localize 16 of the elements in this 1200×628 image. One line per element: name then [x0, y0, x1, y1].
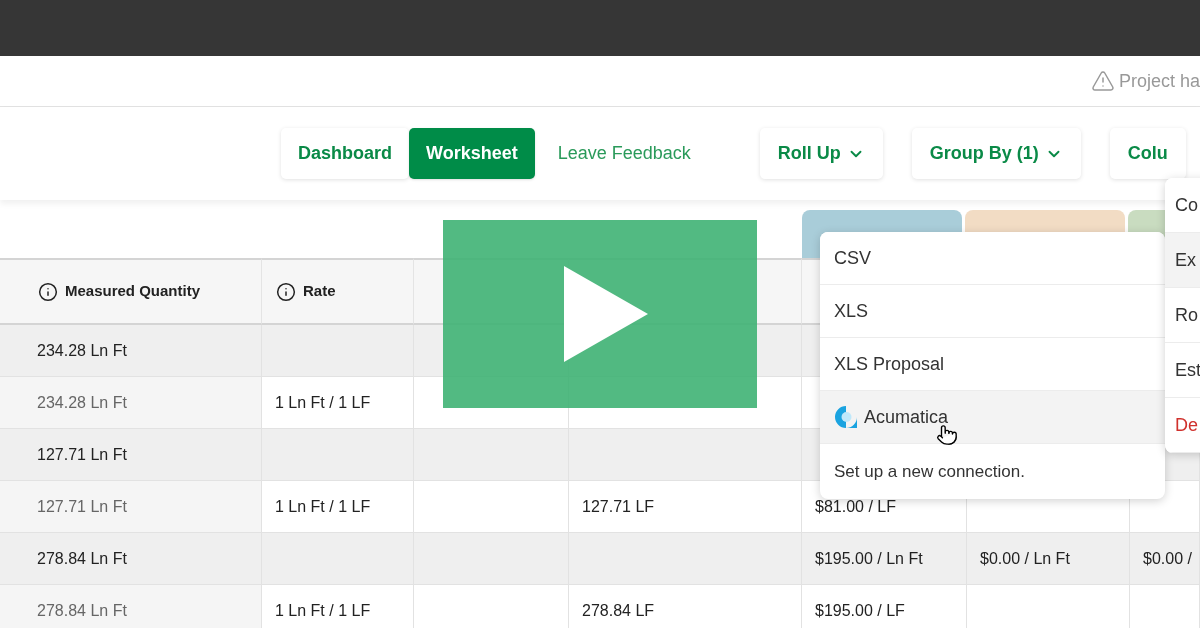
table-cell: 278.84 Ln Ft — [24, 585, 262, 628]
project-notice: Project ha — [1118, 69, 1200, 93]
table-cell: 1 Ln Ft / 1 LF — [262, 481, 414, 533]
column-header: Rate — [303, 281, 336, 302]
column-header: Measured Quantity — [65, 281, 201, 302]
table-cell: $0.00 / — [1130, 533, 1200, 585]
table-cell: 234.28 Ln Ft — [24, 325, 262, 377]
table-cell: 127.71 Ln Ft — [24, 429, 262, 481]
table-cell: $195.00 / Ln Ft — [802, 533, 967, 585]
table-cell: 127.71 Ln Ft — [24, 481, 262, 533]
table-cell: $0.00 / Ln Ft — [967, 533, 1130, 585]
table-cell: 278.84 Ln Ft — [24, 533, 262, 585]
menu-hint: Set up a new connection. — [834, 460, 1025, 483]
table-cell: 1 Ln Ft / 1 LF — [262, 377, 414, 429]
table-cell: 234.28 Ln Ft — [24, 377, 262, 429]
table-cell: 127.71 LF — [569, 481, 802, 533]
